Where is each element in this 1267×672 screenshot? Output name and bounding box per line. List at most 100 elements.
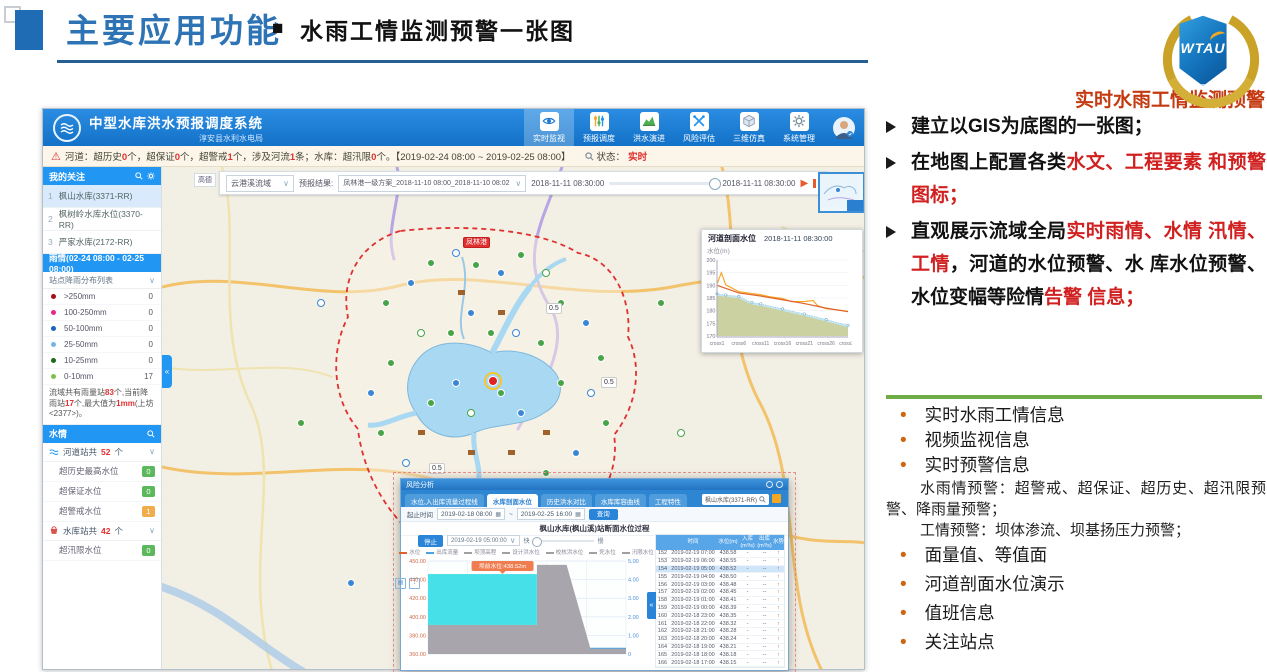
river-chart-ylabel: 水位(m) [702, 244, 862, 255]
tab-工程特性[interactable]: 工程特性 [649, 494, 687, 507]
cell-index: 157 [656, 589, 669, 595]
basin-select[interactable]: 云港溪流域∨ [226, 175, 294, 192]
feature-bullet: 直观展示流域全局实时雨情、水情 汛情、工情，河道的水位预警、水 库水位预警、水位… [886, 215, 1266, 314]
rain-legend-row[interactable]: 10-25mm0 [43, 353, 161, 369]
rain-legend-dot-icon [51, 326, 56, 331]
cell-outflow: -- [756, 613, 773, 619]
play-button[interactable]: ▶ [800, 178, 808, 189]
menu-item-洪水演进[interactable]: 洪水演进 [624, 109, 674, 146]
table-header-cell: 入库(m³/s) [739, 535, 756, 550]
menu-item-三维仿真[interactable]: 三维仿真 [724, 109, 774, 146]
rain-legend-row[interactable]: 25-50mm0 [43, 337, 161, 353]
cell-trend: ↑ [773, 605, 784, 611]
query-button[interactable]: 查询 [589, 509, 618, 520]
table-row[interactable]: 1552019-02-19 04:00438.50---↑ [656, 573, 784, 581]
rain-legend-count: 0 [149, 324, 153, 333]
alert-text: 河道：超历史0个，超保证0个，超警戒1个，涉及河流1条；水库：超汛限0个。【20… [65, 149, 571, 163]
water-alert-row[interactable]: 超历史最高水位0 [43, 462, 161, 482]
svg-text:190: 190 [706, 283, 715, 289]
cell-level: 438.41 [717, 597, 739, 603]
rain-legend-count: 0 [149, 308, 153, 317]
table-row[interactable]: 1642019-02-18 19:00438.21---↑ [656, 644, 784, 652]
table-row[interactable]: 1542019-02-19 05:00438.52---↑ [656, 566, 784, 574]
sidebar-collapse-handle[interactable]: « [162, 355, 172, 388]
cell-trend: ↑ [773, 589, 784, 595]
rain-legend-row[interactable]: 50-100mm0 [43, 321, 161, 337]
level-table: 时间水位(m)入库(m³/s)出库(m³/s)水势 1522019-02-19 … [655, 534, 785, 668]
gear-icon[interactable] [147, 172, 155, 180]
table-row[interactable]: 1652019-02-18 18:00438.18---↑ [656, 651, 784, 659]
table-row[interactable]: 1622019-02-18 21:00438.28---↑ [656, 628, 784, 636]
tab-历史洪水对比[interactable]: 历史洪水对比 [541, 494, 592, 507]
slider-knob[interactable] [709, 178, 721, 190]
user-avatar[interactable] [824, 116, 864, 140]
search-icon[interactable] [759, 496, 766, 503]
date-from-input[interactable]: 2019-02-18 08:00▦ [437, 508, 505, 520]
close-icon[interactable] [776, 481, 783, 488]
cell-inflow: - [739, 566, 756, 572]
menu-item-系统管理[interactable]: 系统管理 [774, 109, 824, 146]
minimap[interactable] [818, 172, 864, 213]
menu-item-实时监视[interactable]: 实时监视 [524, 109, 574, 146]
table-row[interactable]: 1602019-02-18 23:00438.35---↑ [656, 612, 784, 620]
table-row[interactable]: 1532019-02-19 06:00438.55---↑ [656, 558, 784, 566]
dot-bullet-icon: • [900, 542, 907, 570]
table-row[interactable]: 1632019-02-18 20:00438.24---↑ [656, 636, 784, 644]
water-alert-row[interactable]: 超保证水位0 [43, 482, 161, 502]
text-part: 河道站共 [63, 446, 97, 458]
watch-item[interactable]: 1枫山水库(3371-RR) [43, 185, 161, 208]
time-slider[interactable] [609, 182, 717, 185]
table-collapse-handle[interactable]: « [647, 592, 656, 619]
sub-feature-label: 值班信息 [925, 599, 995, 627]
svg-text:坝前水位:438.52m: 坝前水位:438.52m [479, 562, 527, 570]
menu-item-风险评估[interactable]: 风险评估 [674, 109, 724, 146]
cell-index: 163 [656, 636, 669, 642]
speed-slider[interactable] [534, 540, 594, 542]
water-alert-row[interactable]: 超警戒水位1 [43, 502, 161, 522]
table-row[interactable]: 1522019-02-19 07:00438.58---↑ [656, 550, 784, 558]
speed-fast-label: 快 [524, 536, 530, 545]
legend-item: 坝顶高程 [464, 548, 496, 556]
tab-水库库容曲线[interactable]: 水库库容曲线 [595, 494, 646, 507]
rain-legend-row[interactable]: >250mm0 [43, 289, 161, 305]
menu-item-label: 风险评估 [683, 133, 715, 144]
water-group-row[interactable]: 河道站共52个∨ [43, 443, 161, 462]
legend-item: 设计洪水位 [502, 548, 540, 556]
flood-label-badge: 凤林港 [463, 237, 490, 248]
date-to-input[interactable]: 2019-02-25 16:00▦ [517, 508, 585, 520]
table-row[interactable]: 1572019-02-19 02:00438.45---↑ [656, 589, 784, 597]
svg-text:185: 185 [706, 296, 715, 302]
rain-legend: >250mm0100-250mm050-100mm025-50mm010-25m… [43, 289, 161, 385]
table-row[interactable]: 1562019-02-19 03:00438.48---↑ [656, 581, 784, 589]
forecast-select[interactable]: 凤林港一级方案_2018-11-10 08:00_2018-11-10 08:0… [338, 175, 526, 192]
favorite-icon[interactable] [772, 494, 781, 503]
frame-time-select[interactable]: 2019-02-19 05:00:00∨ [447, 535, 520, 546]
search-icon[interactable] [147, 430, 155, 438]
amap-label[interactable]: 高德 [194, 173, 216, 187]
watch-item-label: 枫树岭水库水位(3370-RR) [59, 208, 156, 230]
table-row[interactable]: 1582019-02-19 01:00438.41---↑ [656, 597, 784, 605]
rain-legend-row[interactable]: 0-10mm17 [43, 369, 161, 385]
rain-legend-row[interactable]: 100-250mm0 [43, 305, 161, 321]
tab-水库剖面水位[interactable]: 水库剖面水位 [487, 494, 538, 507]
minimize-icon[interactable] [766, 481, 773, 488]
table-row[interactable]: 1592019-02-19 00:00438.39---↑ [656, 605, 784, 613]
rain-distribution-dropdown[interactable]: 站点降雨分布列表 ∨ [43, 272, 161, 289]
river-chart-title: 河道剖面水位 [708, 233, 756, 244]
watch-item[interactable]: 3严家水库(2172-RR) [43, 231, 161, 254]
search-icon[interactable] [135, 172, 143, 180]
feature-bullets: 建立以GIS为底图的一张图；在地图上配置各类水文、工程要素 和预警图标；直观展示… [886, 110, 1266, 317]
station-search-input[interactable]: 枫山水库(3371-RR) [702, 494, 769, 505]
water-group-row[interactable]: 水库站共42个∨ [43, 522, 161, 541]
tab-水位,入出库流量过程线[interactable]: 水位,入出库流量过程线 [405, 494, 484, 507]
watch-item[interactable]: 2枫树岭水库水位(3370-RR) [43, 208, 161, 231]
water-alert-row[interactable]: 超汛限水位0 [43, 541, 161, 561]
cell-trend: ↑ [773, 628, 784, 634]
minimap-tag[interactable] [847, 200, 863, 211]
stop-button[interactable]: 停止 [418, 535, 443, 547]
table-row[interactable]: 1612019-02-18 22:00438.32---↑ [656, 620, 784, 628]
speed-knob[interactable] [532, 537, 542, 547]
search-icon[interactable] [585, 152, 594, 161]
table-row[interactable]: 1662019-02-18 17:00438.15---↑ [656, 659, 784, 667]
menu-item-预报调度[interactable]: 预报调度 [574, 109, 624, 146]
